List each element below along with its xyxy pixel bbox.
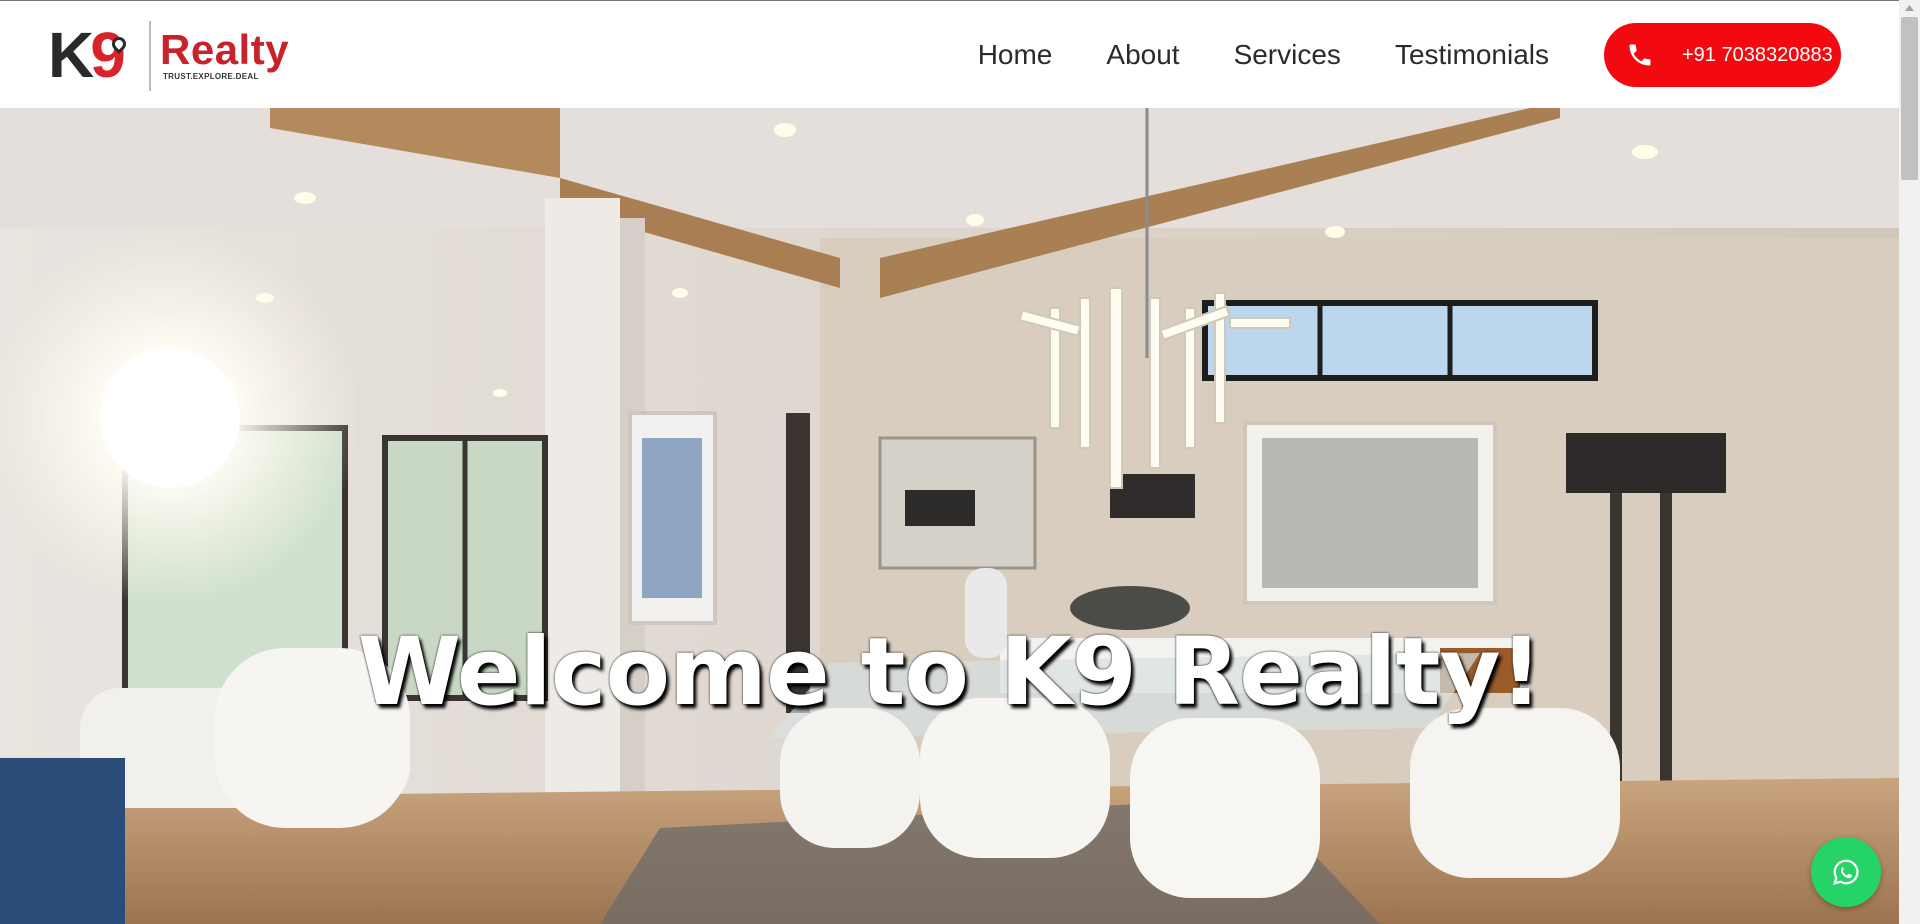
call-button-label: +91 7038320883	[1682, 43, 1833, 66]
scrollbar-thumb[interactable]	[1901, 17, 1918, 180]
nav-testimonials[interactable]: Testimonials	[1395, 39, 1549, 71]
logo-wordmark: Realty	[160, 26, 290, 73]
logo-tagline: TRUST.EXPLORE.DEAL	[163, 72, 259, 81]
logo-divider	[149, 21, 151, 91]
logo-mark: K9	[48, 23, 126, 87]
nav-services[interactable]: Services	[1234, 39, 1341, 71]
logo-k: K	[48, 19, 94, 91]
call-button[interactable]: +91 7038320883	[1604, 23, 1841, 87]
nav-home[interactable]: Home	[978, 39, 1053, 71]
main-nav: Home About Services Testimonials	[978, 1, 1549, 109]
hero-background-image	[0, 108, 1899, 924]
phone-icon	[1629, 44, 1651, 66]
page-viewport: K9 Realty TRUST.EXPLORE.DEAL Home About …	[0, 0, 1899, 924]
nav-about[interactable]: About	[1106, 39, 1179, 71]
scroll-up-arrow-icon[interactable]	[1899, 0, 1920, 17]
page-scrollbar[interactable]	[1899, 0, 1920, 924]
logo-nine: 9	[90, 19, 126, 91]
whatsapp-button[interactable]	[1811, 837, 1881, 907]
logo[interactable]: K9 Realty TRUST.EXPLORE.DEAL	[48, 19, 298, 93]
whatsapp-icon	[1833, 859, 1859, 885]
hero-section: Welcome to K9 Realty!	[0, 108, 1899, 924]
hero-title: Welcome to K9 Realty!	[357, 618, 1542, 727]
site-header: K9 Realty TRUST.EXPLORE.DEAL Home About …	[0, 0, 1899, 108]
